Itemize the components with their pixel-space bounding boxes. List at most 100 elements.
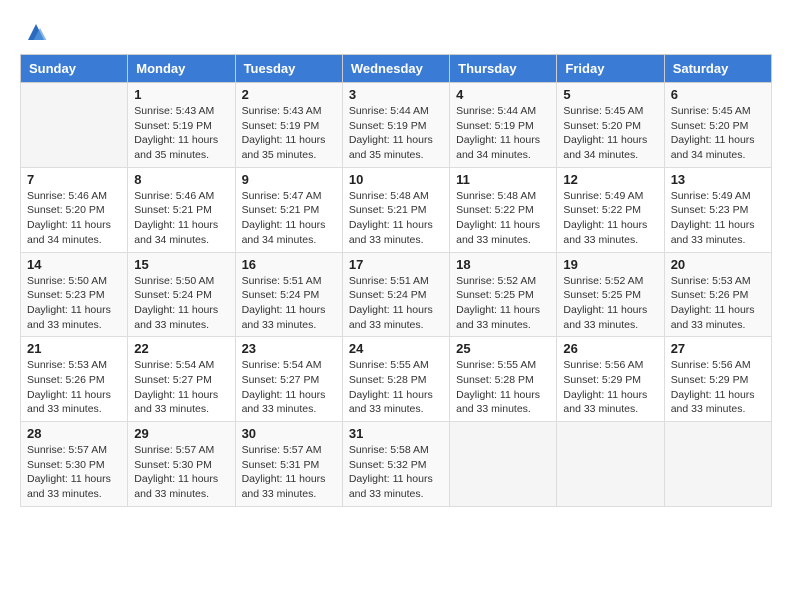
day-number: 30 [242,426,336,441]
day-info: Sunrise: 5:57 AM Sunset: 5:30 PM Dayligh… [134,443,228,502]
calendar-cell [664,422,771,507]
day-number: 23 [242,341,336,356]
day-number: 9 [242,172,336,187]
calendar-cell: 16 Sunrise: 5:51 AM Sunset: 5:24 PM Dayli… [235,252,342,337]
day-info: Sunrise: 5:51 AM Sunset: 5:24 PM Dayligh… [349,274,443,333]
calendar-cell: 22 Sunrise: 5:54 AM Sunset: 5:27 PM Dayli… [128,337,235,422]
day-number: 13 [671,172,765,187]
day-info: Sunrise: 5:44 AM Sunset: 5:19 PM Dayligh… [456,104,550,163]
weekday-header: Monday [128,55,235,83]
day-info: Sunrise: 5:49 AM Sunset: 5:23 PM Dayligh… [671,189,765,248]
day-number: 4 [456,87,550,102]
day-number: 25 [456,341,550,356]
calendar-cell: 25Sunrise: 5:55 AM Sunset: 5:28 PM Dayli… [450,337,557,422]
calendar-cell: 21Sunrise: 5:53 AM Sunset: 5:26 PM Dayli… [21,337,128,422]
day-info: Sunrise: 5:46 AM Sunset: 5:21 PM Dayligh… [134,189,228,248]
day-info: Sunrise: 5:46 AM Sunset: 5:20 PM Dayligh… [27,189,121,248]
day-number: 24 [349,341,443,356]
day-number: 22 [134,341,228,356]
weekday-header: Saturday [664,55,771,83]
day-number: 2 [242,87,336,102]
logo-icon [24,20,48,44]
calendar-cell: 4 Sunrise: 5:44 AM Sunset: 5:19 PM Daylig… [450,83,557,168]
calendar-header-row: SundayMondayTuesdayWednesdayThursdayFrid… [21,55,772,83]
day-number: 28 [27,426,121,441]
day-info: Sunrise: 5:55 AM Sunset: 5:28 PM Dayligh… [349,358,443,417]
weekday-header: Thursday [450,55,557,83]
weekday-header: Wednesday [342,55,449,83]
day-info: Sunrise: 5:52 AM Sunset: 5:25 PM Dayligh… [456,274,550,333]
day-info: Sunrise: 5:52 AM Sunset: 5:25 PM Dayligh… [563,274,657,333]
day-number: 27 [671,341,765,356]
calendar-week-row: 28 Sunrise: 5:57 AM Sunset: 5:30 PM Dayli… [21,422,772,507]
day-info: Sunrise: 5:54 AM Sunset: 5:27 PM Dayligh… [134,358,228,417]
calendar-cell: 18 Sunrise: 5:52 AM Sunset: 5:25 PM Dayli… [450,252,557,337]
day-info: Sunrise: 5:47 AM Sunset: 5:21 PM Dayligh… [242,189,336,248]
day-info: Sunrise: 5:43 AM Sunset: 5:19 PM Dayligh… [134,104,228,163]
day-info: Sunrise: 5:56 AM Sunset: 5:29 PM Dayligh… [563,358,657,417]
calendar-cell: 12 Sunrise: 5:49 AM Sunset: 5:22 PM Dayli… [557,167,664,252]
day-number: 31 [349,426,443,441]
calendar-week-row: 7 Sunrise: 5:46 AM Sunset: 5:20 PM Daylig… [21,167,772,252]
calendar-cell: 10 Sunrise: 5:48 AM Sunset: 5:21 PM Dayli… [342,167,449,252]
page-header [20,20,772,44]
day-number: 18 [456,257,550,272]
day-info: Sunrise: 5:57 AM Sunset: 5:31 PM Dayligh… [242,443,336,502]
day-number: 29 [134,426,228,441]
day-info: Sunrise: 5:51 AM Sunset: 5:24 PM Dayligh… [242,274,336,333]
day-info: Sunrise: 5:56 AM Sunset: 5:29 PM Dayligh… [671,358,765,417]
calendar-cell [21,83,128,168]
day-number: 6 [671,87,765,102]
calendar-cell: 14 Sunrise: 5:50 AM Sunset: 5:23 PM Dayli… [21,252,128,337]
day-number: 26 [563,341,657,356]
calendar-cell: 26 Sunrise: 5:56 AM Sunset: 5:29 PM Dayli… [557,337,664,422]
calendar-cell: 30 Sunrise: 5:57 AM Sunset: 5:31 PM Dayli… [235,422,342,507]
calendar-cell: 13 Sunrise: 5:49 AM Sunset: 5:23 PM Dayli… [664,167,771,252]
day-number: 1 [134,87,228,102]
calendar-cell: 24 Sunrise: 5:55 AM Sunset: 5:28 PM Dayli… [342,337,449,422]
day-number: 5 [563,87,657,102]
day-info: Sunrise: 5:53 AM Sunset: 5:26 PM Dayligh… [671,274,765,333]
day-number: 19 [563,257,657,272]
calendar-cell: 23 Sunrise: 5:54 AM Sunset: 5:27 PM Dayli… [235,337,342,422]
calendar-cell: 1 Sunrise: 5:43 AM Sunset: 5:19 PM Daylig… [128,83,235,168]
calendar-week-row: 14 Sunrise: 5:50 AM Sunset: 5:23 PM Dayli… [21,252,772,337]
calendar-cell: 27 Sunrise: 5:56 AM Sunset: 5:29 PM Dayli… [664,337,771,422]
weekday-header: Sunday [21,55,128,83]
day-info: Sunrise: 5:48 AM Sunset: 5:21 PM Dayligh… [349,189,443,248]
logo [20,20,48,44]
calendar-week-row: 1 Sunrise: 5:43 AM Sunset: 5:19 PM Daylig… [21,83,772,168]
calendar-cell: 29 Sunrise: 5:57 AM Sunset: 5:30 PM Dayli… [128,422,235,507]
day-info: Sunrise: 5:57 AM Sunset: 5:30 PM Dayligh… [27,443,121,502]
calendar-cell [450,422,557,507]
day-info: Sunrise: 5:49 AM Sunset: 5:22 PM Dayligh… [563,189,657,248]
weekday-header: Friday [557,55,664,83]
calendar-cell: 28 Sunrise: 5:57 AM Sunset: 5:30 PM Dayli… [21,422,128,507]
day-info: Sunrise: 5:54 AM Sunset: 5:27 PM Dayligh… [242,358,336,417]
calendar-cell: 8 Sunrise: 5:46 AM Sunset: 5:21 PM Daylig… [128,167,235,252]
calendar-cell: 3 Sunrise: 5:44 AM Sunset: 5:19 PM Daylig… [342,83,449,168]
day-info: Sunrise: 5:44 AM Sunset: 5:19 PM Dayligh… [349,104,443,163]
day-number: 20 [671,257,765,272]
day-number: 21 [27,341,121,356]
calendar-cell: 5Sunrise: 5:45 AM Sunset: 5:20 PM Daylig… [557,83,664,168]
day-info: Sunrise: 5:50 AM Sunset: 5:23 PM Dayligh… [27,274,121,333]
calendar-table: SundayMondayTuesdayWednesdayThursdayFrid… [20,54,772,507]
day-number: 12 [563,172,657,187]
day-number: 7 [27,172,121,187]
calendar-cell: 11 Sunrise: 5:48 AM Sunset: 5:22 PM Dayli… [450,167,557,252]
day-number: 3 [349,87,443,102]
calendar-week-row: 21Sunrise: 5:53 AM Sunset: 5:26 PM Dayli… [21,337,772,422]
calendar-cell: 31 Sunrise: 5:58 AM Sunset: 5:32 PM Dayli… [342,422,449,507]
day-info: Sunrise: 5:48 AM Sunset: 5:22 PM Dayligh… [456,189,550,248]
day-number: 16 [242,257,336,272]
calendar-cell: 15Sunrise: 5:50 AM Sunset: 5:24 PM Dayli… [128,252,235,337]
day-number: 14 [27,257,121,272]
calendar-cell: 7 Sunrise: 5:46 AM Sunset: 5:20 PM Daylig… [21,167,128,252]
day-number: 11 [456,172,550,187]
day-info: Sunrise: 5:58 AM Sunset: 5:32 PM Dayligh… [349,443,443,502]
day-number: 10 [349,172,443,187]
weekday-header: Tuesday [235,55,342,83]
calendar-cell: 2Sunrise: 5:43 AM Sunset: 5:19 PM Daylig… [235,83,342,168]
day-number: 8 [134,172,228,187]
